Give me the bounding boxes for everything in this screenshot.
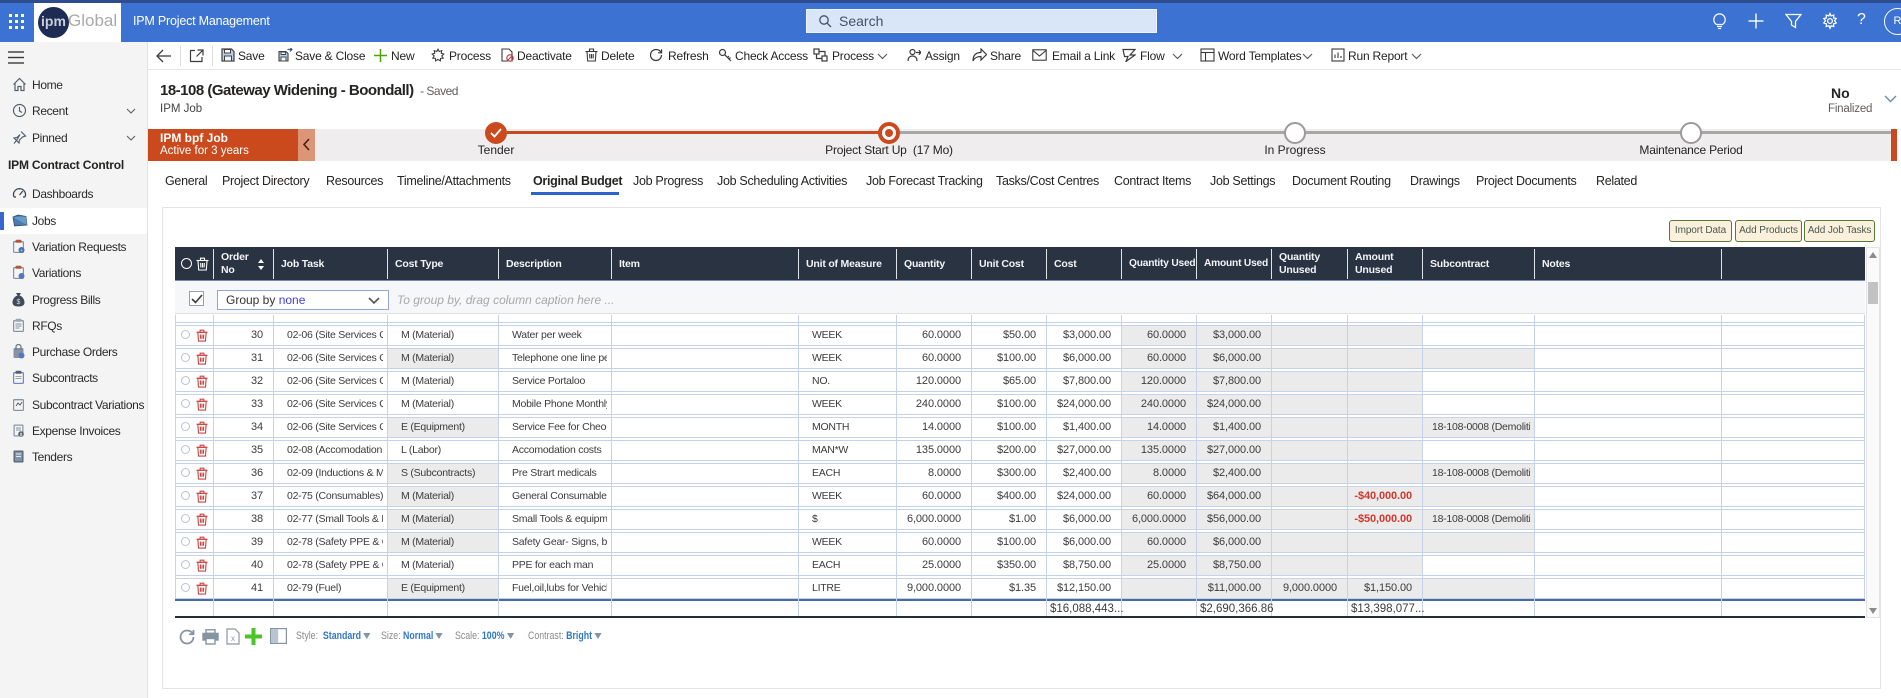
svg-text:x: x (231, 634, 235, 643)
svg-text:$: $ (17, 299, 21, 306)
svg-text:+: + (20, 248, 23, 253)
